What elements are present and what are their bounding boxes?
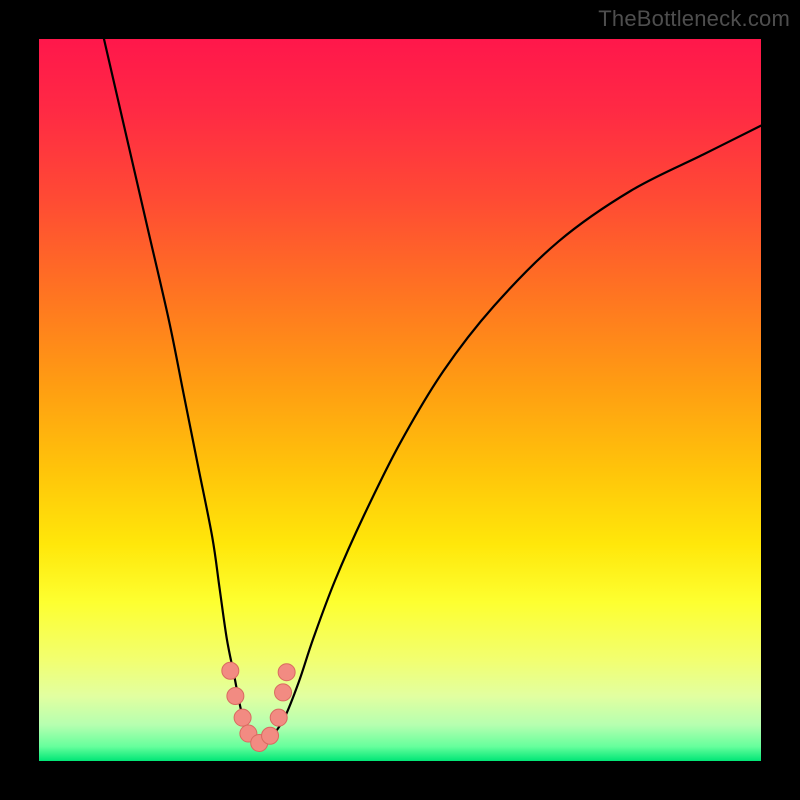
watermark-text: TheBottleneck.com: [598, 6, 790, 32]
data-dot: [278, 664, 295, 681]
data-dot: [262, 727, 279, 744]
curve-layer: [39, 39, 761, 761]
data-dot: [275, 684, 292, 701]
bottleneck-curve: [104, 39, 761, 748]
data-dot: [222, 662, 239, 679]
data-dot: [234, 709, 251, 726]
plot-area: [39, 39, 761, 761]
data-dots: [222, 662, 295, 751]
chart-frame: TheBottleneck.com: [0, 0, 800, 800]
data-dot: [270, 709, 287, 726]
data-dot: [227, 688, 244, 705]
